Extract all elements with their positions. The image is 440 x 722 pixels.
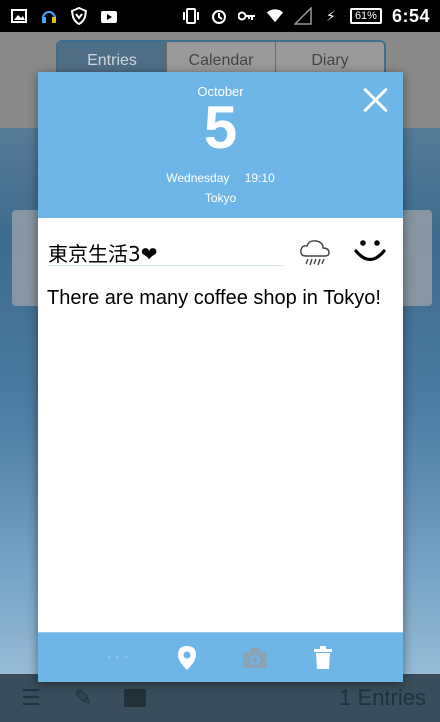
entry-dialog: October 5 Wednesday 19:10 Tokyo 東京生活3❤ T… — [38, 72, 403, 682]
entry-weekday: Wednesday — [166, 171, 230, 185]
clock: 6:54 — [391, 5, 430, 26]
shield-icon — [70, 7, 88, 25]
rain-cloud-icon[interactable] — [298, 236, 332, 270]
alarm-icon — [210, 7, 228, 25]
entry-location: Tokyo — [204, 191, 237, 205]
title-row: 東京生活3❤ — [38, 218, 403, 278]
pencil-icon[interactable]: ✎ — [66, 681, 100, 715]
entry-weekday-time: Wednesday 19:10 — [38, 171, 403, 185]
signal-icon — [293, 7, 312, 25]
entry-toolbar: ··· — [38, 632, 403, 682]
key-icon — [237, 7, 256, 25]
location-pin-icon[interactable] — [172, 643, 202, 673]
image-icon — [10, 7, 28, 25]
entries-count: 1 Entries — [339, 685, 426, 710]
smiley-icon[interactable] — [352, 232, 388, 268]
entry-body[interactable]: There are many coffee shop in Tokyo! — [47, 284, 387, 312]
wifi-icon — [266, 7, 284, 25]
entry-header: October 5 Wednesday 19:10 Tokyo — [38, 72, 403, 218]
menu-icon[interactable]: ☰ — [14, 681, 48, 715]
entry-title[interactable]: 東京生活3❤ — [48, 238, 283, 266]
more-icon[interactable]: ··· — [104, 643, 134, 673]
battery-level: 61% — [349, 8, 382, 24]
camera-icon[interactable] — [240, 643, 270, 673]
image-icon[interactable] — [118, 681, 152, 715]
close-icon[interactable] — [361, 86, 389, 114]
headset-icon — [40, 7, 58, 25]
trash-icon[interactable] — [308, 643, 338, 673]
status-bar: ⚡ 61% 6:54 — [0, 0, 440, 32]
entry-day: 5 — [203, 94, 238, 161]
video-icon — [100, 7, 118, 25]
entry-time: 19:10 — [244, 171, 275, 185]
charging-icon: ⚡ — [326, 7, 336, 24]
vibrate-icon — [182, 7, 200, 25]
